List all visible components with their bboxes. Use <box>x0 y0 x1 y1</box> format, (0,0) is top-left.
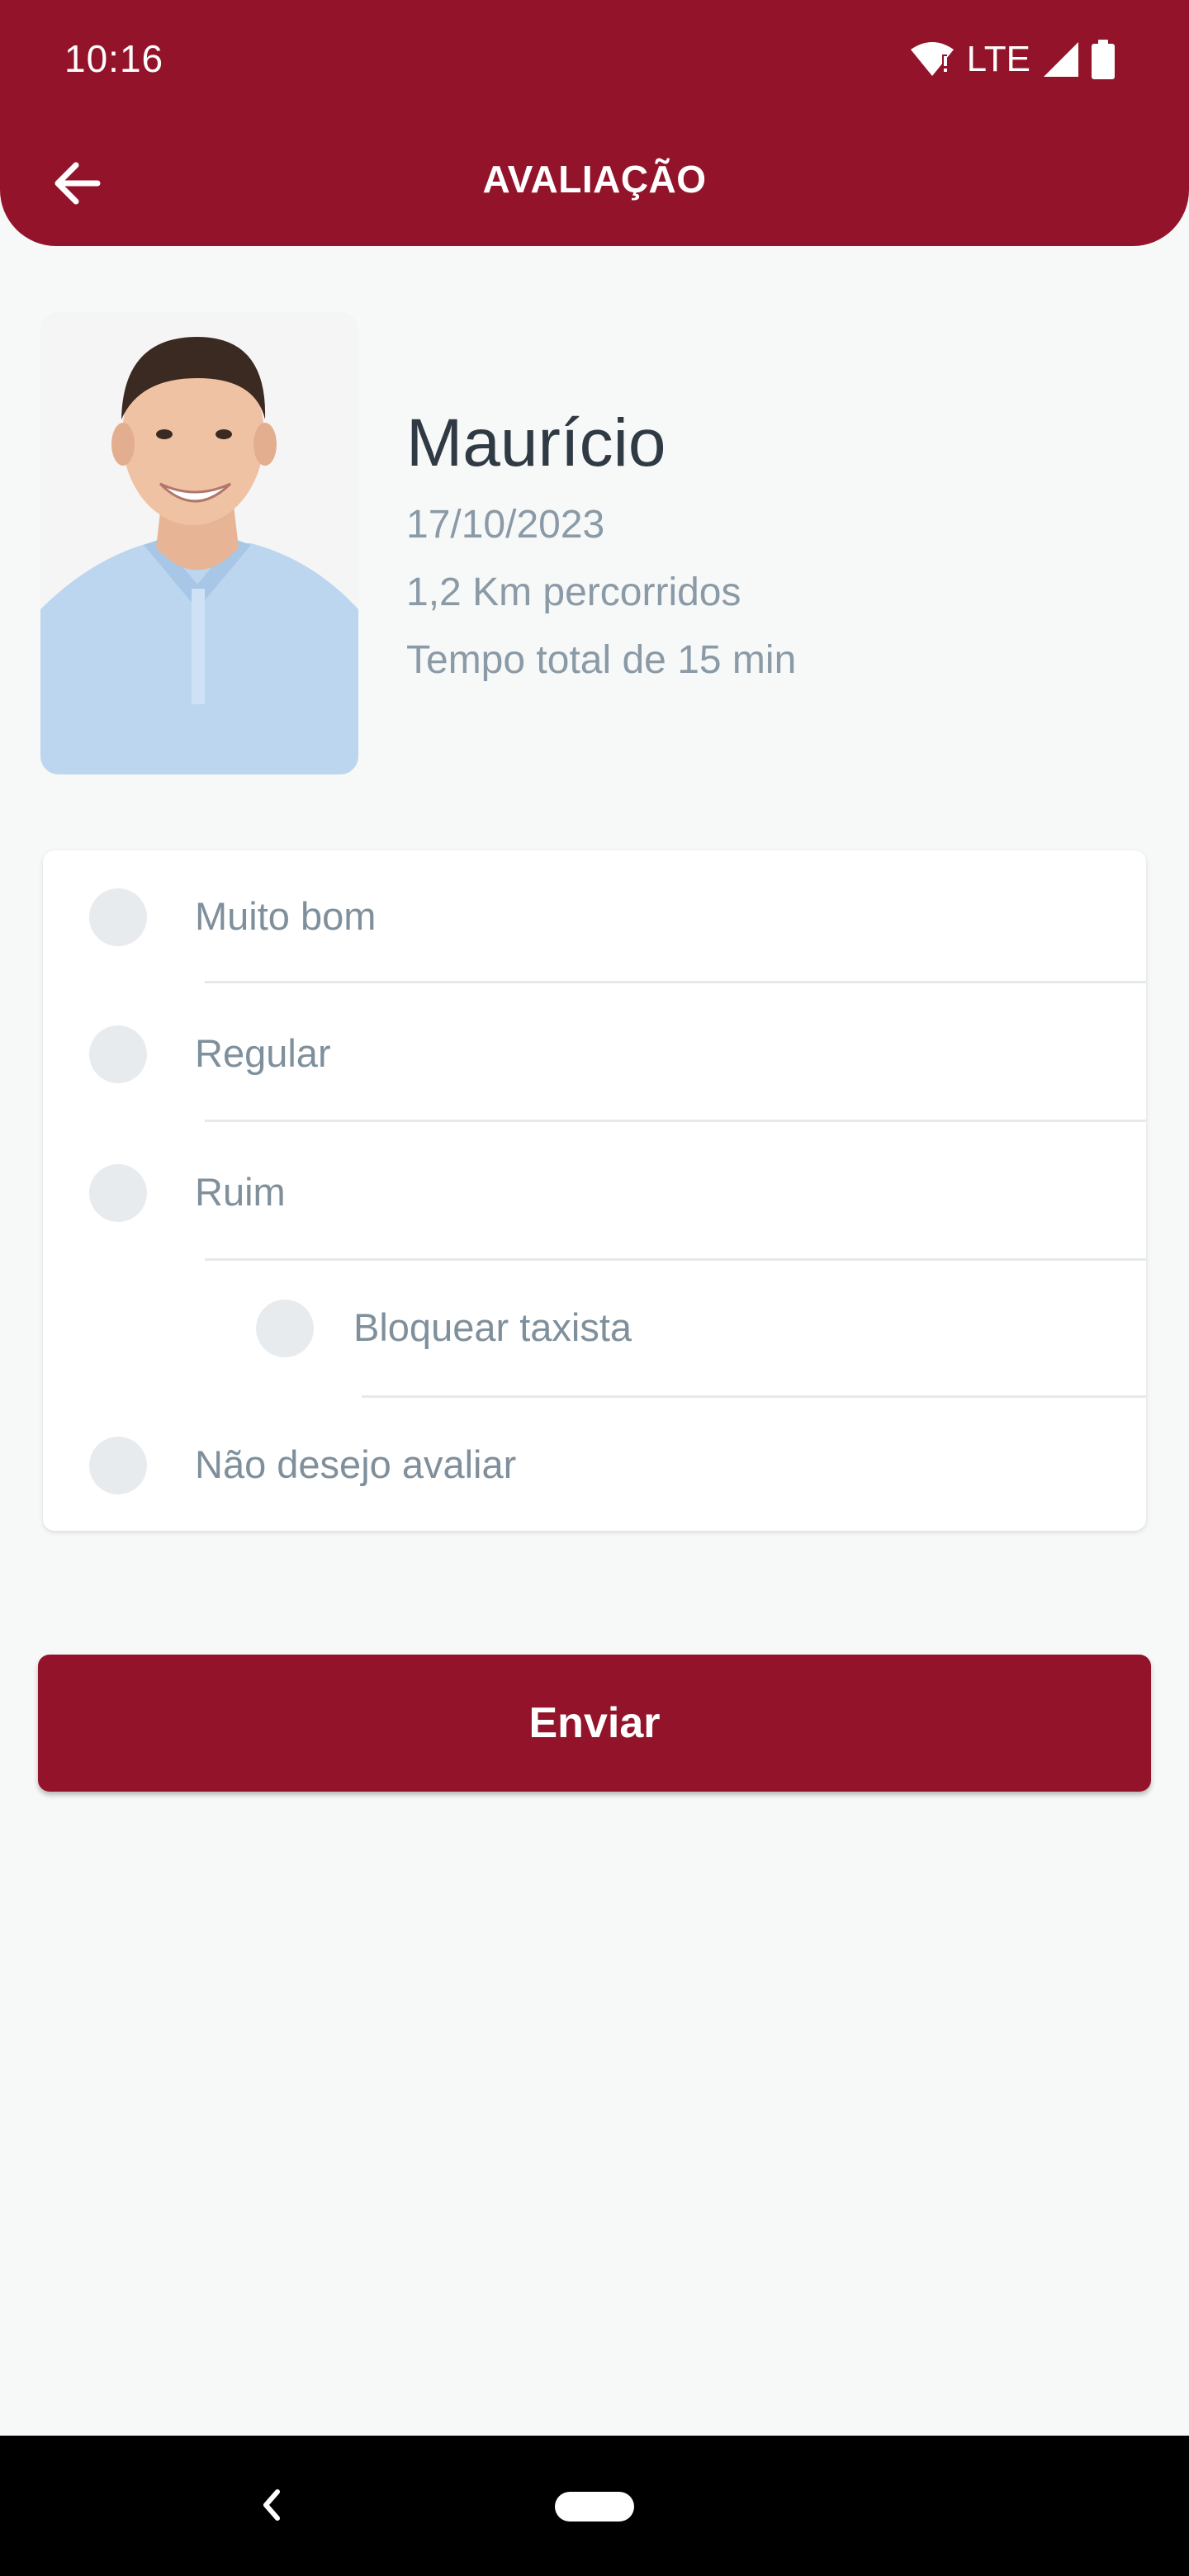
nav-back-icon[interactable] <box>248 2480 297 2530</box>
radio-regular[interactable] <box>89 1025 147 1083</box>
option-ruim[interactable]: Ruim <box>43 1126 1146 1262</box>
status-time: 10:16 <box>64 37 164 80</box>
option-regular[interactable]: Regular <box>43 987 1146 1123</box>
nav-home-pill[interactable] <box>555 2492 634 2522</box>
radio-ruim[interactable] <box>89 1164 147 1222</box>
trip-duration: Tempo total de 15 min <box>406 638 797 682</box>
option-label-muito-bom: Muito bom <box>195 894 377 938</box>
wifi-icon <box>910 42 954 76</box>
submit-button[interactable]: Enviar <box>38 1655 1151 1792</box>
system-nav-bar <box>0 2436 1189 2576</box>
option-label-nao-desejo-avaliar: Não desejo avaliar <box>195 1442 517 1486</box>
signal-icon <box>1044 42 1078 77</box>
rating-options-card: Muito bom Regular Ruim Bloquear taxista … <box>43 850 1146 1531</box>
divider <box>205 1258 1146 1261</box>
page-title: AVALIAÇÃO <box>482 158 707 201</box>
network-type: LTE <box>966 39 1030 79</box>
battery-icon <box>1092 40 1115 79</box>
driver-photo <box>40 312 358 774</box>
divider <box>362 1395 1146 1398</box>
app-header: 10:16 LTE AVALIAÇÃO <box>0 0 1189 246</box>
divider <box>205 1120 1146 1122</box>
trip-date: 17/10/2023 <box>406 503 605 547</box>
option-nao-desejo-avaliar[interactable]: Não desejo avaliar <box>43 1400 1146 1536</box>
driver-name: Maurício <box>406 405 666 481</box>
divider <box>205 981 1146 983</box>
option-bloquear-taxista[interactable]: Bloquear taxista <box>43 1263 1146 1399</box>
status-icons: LTE <box>909 36 1115 83</box>
radio-muito-bom[interactable] <box>89 888 147 946</box>
radio-nao-desejo-avaliar[interactable] <box>89 1437 147 1494</box>
option-muito-bom[interactable]: Muito bom <box>43 850 1146 986</box>
option-label-ruim: Ruim <box>195 1170 286 1214</box>
trip-distance: 1,2 Km percorridos <box>406 571 741 614</box>
option-label-bloquear-taxista: Bloquear taxista <box>353 1305 632 1349</box>
option-label-regular: Regular <box>195 1031 331 1075</box>
radio-bloquear-taxista[interactable] <box>256 1300 314 1357</box>
